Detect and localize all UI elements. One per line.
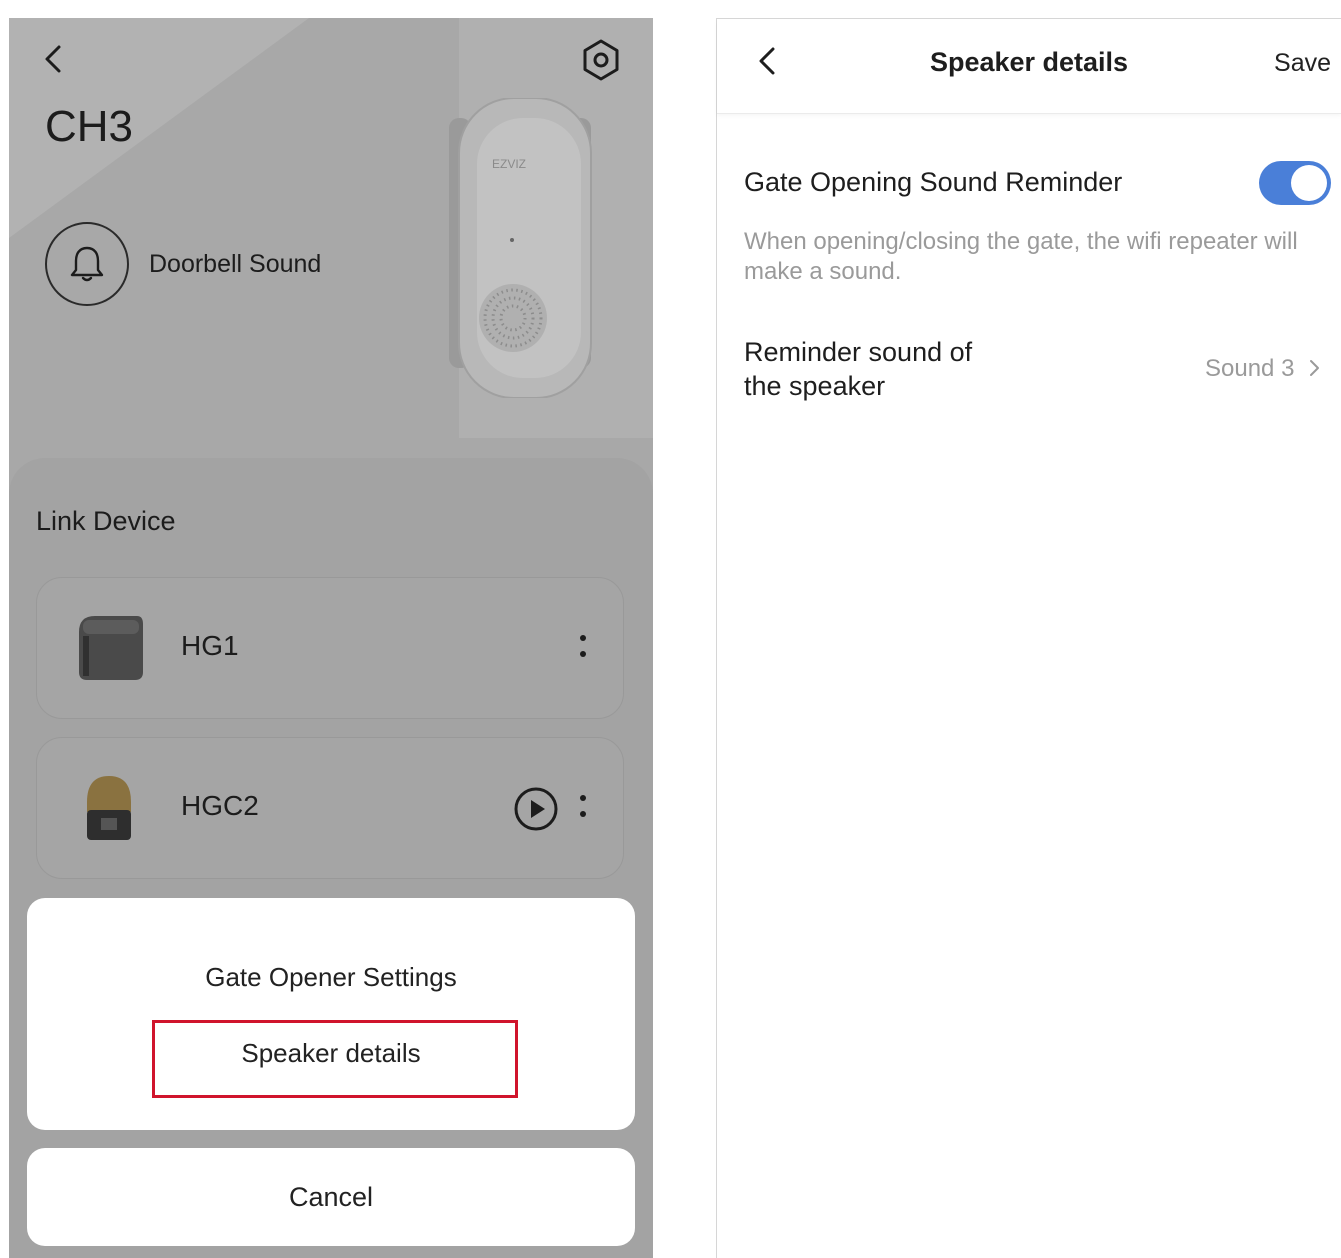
- device-name: HG1: [181, 630, 239, 661]
- reminder-sound-value[interactable]: Sound 3: [1205, 355, 1294, 383]
- page-title: Speaker details: [929, 47, 1129, 77]
- reminder-description: When opening/closing the gate, the wifi …: [744, 228, 1298, 285]
- gate-sound-reminder-label: Gate Opening Sound Reminder: [744, 167, 1123, 197]
- device-title: CH3: [45, 102, 134, 151]
- speaker-details-option[interactable]: Speaker details: [27, 1038, 635, 1069]
- brand-logo: EZVIZ: [492, 157, 526, 171]
- play-icon[interactable]: [513, 786, 559, 832]
- bell-icon: [70, 246, 104, 282]
- link-device-title: Link Device: [36, 506, 176, 536]
- settings-gear-icon[interactable]: [579, 38, 623, 82]
- gate-opener-device-image: [79, 616, 143, 680]
- header: Speaker details Save: [717, 19, 1341, 114]
- gate-opener-settings-option[interactable]: Gate Opener Settings: [27, 962, 635, 993]
- reminder-sound-label[interactable]: Reminder sound of the speaker: [744, 335, 1014, 403]
- link-device-panel: Link Device HG1 HGC2: [9, 458, 653, 1258]
- doorbell-sound-label: Doorbell Sound: [149, 250, 322, 278]
- more-options-icon[interactable]: [573, 628, 593, 668]
- action-sheet: Gate Opener Settings Speaker details: [27, 898, 635, 1130]
- gate-sound-reminder-toggle[interactable]: [1259, 161, 1331, 205]
- more-options-icon[interactable]: [573, 788, 593, 828]
- doorbell-sound-button[interactable]: [45, 222, 129, 306]
- cancel-button[interactable]: Cancel: [27, 1148, 635, 1246]
- back-arrow-icon[interactable]: [39, 42, 69, 76]
- device-card-hg1[interactable]: HG1: [36, 577, 624, 719]
- toggle-knob: [1291, 165, 1327, 201]
- right-screen: Speaker details Save Gate Opening Sound …: [716, 18, 1341, 1258]
- save-button[interactable]: Save: [1274, 49, 1331, 78]
- left-screen: CH3 Doorbell Sound EZVIZ Link Device HG1: [9, 18, 653, 1258]
- device-name: HGC2: [181, 790, 259, 821]
- speaker-device-image: EZVIZ: [449, 98, 592, 398]
- camera-device-image: [87, 776, 131, 840]
- chevron-right-icon[interactable]: [1307, 357, 1321, 379]
- device-card-hgc2[interactable]: HGC2: [36, 737, 624, 879]
